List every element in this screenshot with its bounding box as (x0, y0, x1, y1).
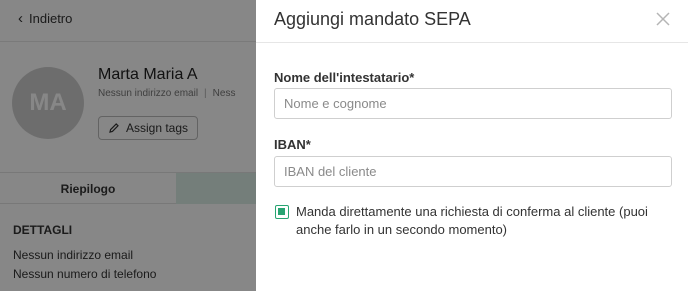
sepa-mandate-panel: Aggiungi mandato SEPA Nome dell'intestat… (256, 0, 688, 291)
iban-label: IBAN* (274, 137, 311, 152)
close-icon (656, 12, 670, 26)
send-confirmation-label[interactable]: Manda direttamente una richiesta di conf… (296, 203, 676, 239)
close-button[interactable] (656, 12, 670, 26)
holder-name-label: Nome dell'intestatario* (274, 70, 415, 85)
panel-title: Aggiungi mandato SEPA (274, 9, 471, 29)
iban-input[interactable] (274, 156, 672, 187)
send-confirmation-checkbox[interactable] (275, 205, 289, 219)
panel-divider (256, 42, 688, 43)
holder-name-input[interactable] (274, 88, 672, 119)
